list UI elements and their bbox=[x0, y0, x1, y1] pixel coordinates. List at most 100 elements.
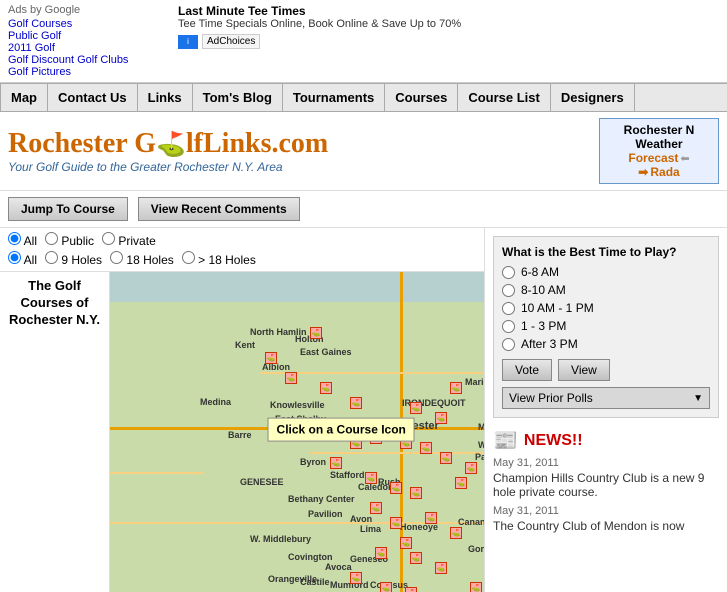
ads-left-panel: Ads by Google Golf Courses Public Golf 2… bbox=[8, 4, 168, 78]
vote-button[interactable]: Vote bbox=[502, 359, 552, 381]
radar-row: ➡ Rada bbox=[606, 165, 712, 179]
time-radio-3[interactable] bbox=[502, 320, 515, 333]
view-button[interactable]: View bbox=[558, 359, 610, 381]
golf-icon-20[interactable]: ⛳ bbox=[390, 482, 402, 494]
golf-icon-14[interactable]: ⛳ bbox=[420, 442, 432, 454]
ads-link-1[interactable]: Public Golf bbox=[8, 30, 168, 42]
filter-public-label[interactable]: Public bbox=[45, 232, 94, 248]
golf-icon-36[interactable]: ⛳ bbox=[470, 582, 482, 592]
road-31 bbox=[310, 452, 484, 454]
nav-map[interactable]: Map bbox=[0, 84, 48, 111]
title-part2: lfLinks.com bbox=[186, 128, 328, 159]
golf-icon-34[interactable]: ⛳ bbox=[380, 582, 392, 592]
nav-blog[interactable]: Tom's Blog bbox=[193, 84, 283, 111]
golf-icon-3[interactable]: ⛳ bbox=[285, 372, 297, 384]
nav-courses[interactable]: Courses bbox=[385, 84, 458, 111]
course-list-heading-text: The Golf Courses of Rochester N.Y. bbox=[9, 278, 100, 327]
filter-all-radio[interactable] bbox=[8, 232, 21, 245]
prior-polls-button[interactable]: View Prior Polls ▼ bbox=[502, 387, 710, 409]
city-medina: Medina bbox=[200, 397, 231, 407]
filter-more-label[interactable]: > 18 Holes bbox=[182, 251, 256, 267]
filter-private-label[interactable]: Private bbox=[102, 232, 156, 248]
filter-holes-all-label[interactable]: All bbox=[8, 251, 37, 267]
golf-icon-31[interactable]: ⛳ bbox=[435, 562, 447, 574]
site-subtitle: Your Golf Guide to the Greater Rochester… bbox=[8, 160, 599, 174]
golf-icon-22[interactable]: ⛳ bbox=[455, 477, 467, 489]
filter-row1: All Public Private bbox=[8, 232, 476, 248]
filter-eighteen-label[interactable]: 18 Holes bbox=[110, 251, 174, 267]
filter-holes-all-radio[interactable] bbox=[8, 251, 21, 264]
time-radio-2[interactable] bbox=[502, 302, 515, 315]
ads-link-4[interactable]: Golf Pictures bbox=[8, 66, 168, 78]
city-knowlesville: Knowlesville bbox=[270, 400, 325, 410]
filter-all-label[interactable]: All bbox=[8, 232, 37, 248]
golf-icon-16[interactable]: ⛳ bbox=[465, 462, 477, 474]
course-list-sidebar: The Golf Courses of Rochester N.Y. bbox=[0, 272, 110, 592]
adchoice-button[interactable]: AdChoices bbox=[202, 34, 260, 49]
golf-icon-2[interactable]: ⛳ bbox=[265, 352, 277, 364]
golf-icon-27[interactable]: ⛳ bbox=[450, 527, 462, 539]
filter-nine-label[interactable]: 9 Holes bbox=[45, 251, 102, 267]
filter-public-radio[interactable] bbox=[45, 232, 58, 245]
filter-nine-radio[interactable] bbox=[45, 251, 58, 264]
golf-icon-4[interactable]: ⛳ bbox=[320, 382, 332, 394]
time-radio-1[interactable] bbox=[502, 284, 515, 297]
nav-course-list[interactable]: Course List bbox=[458, 84, 551, 111]
ads-link-0[interactable]: Golf Courses bbox=[8, 18, 168, 30]
golf-icon-5[interactable]: ⛳ bbox=[350, 397, 362, 409]
filter-holes-all-text: All bbox=[24, 253, 37, 267]
filter-eighteen-radio[interactable] bbox=[110, 251, 123, 264]
ads-link-3[interactable]: Golf Discount Golf Clubs bbox=[8, 54, 168, 66]
news-text-0: Champion Hills Country Club is a new 9 h… bbox=[493, 471, 719, 499]
radar-link[interactable]: Rada bbox=[650, 165, 679, 179]
jump-to-course-button[interactable]: Jump To Course bbox=[8, 197, 128, 221]
filter-more-radio[interactable] bbox=[182, 251, 195, 264]
filter-eighteen-text: 18 Holes bbox=[126, 253, 173, 267]
ads-link-2[interactable]: 2011 Golf bbox=[8, 42, 168, 54]
golf-icon-8[interactable]: ⛳ bbox=[450, 382, 462, 394]
city-covington: Covington bbox=[288, 552, 333, 562]
golf-icon-30[interactable]: ⛳ bbox=[410, 552, 422, 564]
time-radio-0[interactable] bbox=[502, 266, 515, 279]
city-palmyra: Palmyra bbox=[475, 452, 484, 462]
golf-icon-15[interactable]: ⛳ bbox=[440, 452, 452, 464]
golf-icon-24[interactable]: ⛳ bbox=[370, 502, 382, 514]
forecast-link[interactable]: Forecast bbox=[628, 151, 678, 165]
forecast-arrow: ⬅ bbox=[680, 152, 689, 165]
news-text-1: The Country Club of Mendon is now bbox=[493, 519, 719, 533]
city-wayne: WAYNE bbox=[478, 440, 484, 450]
news-date-0: May 31, 2011 bbox=[493, 457, 719, 469]
golf-icon-7[interactable]: ⛳ bbox=[435, 412, 447, 424]
golf-icon-21[interactable]: ⛳ bbox=[410, 487, 422, 499]
time-option-1: 8-10 AM bbox=[502, 283, 710, 297]
golf-icon-26[interactable]: ⛳ bbox=[425, 512, 437, 524]
right-panel: What is the Best Time to Play? 6-8 AM 8-… bbox=[485, 228, 727, 592]
ads-by-google-label: Ads by Google bbox=[8, 4, 168, 16]
nav-contact[interactable]: Contact Us bbox=[48, 84, 138, 111]
time-option-4: After 3 PM bbox=[502, 337, 710, 351]
golf-icon-33[interactable]: ⛳ bbox=[350, 572, 362, 584]
golf-icon-29[interactable]: ⛳ bbox=[375, 547, 387, 559]
time-label-2: 10 AM - 1 PM bbox=[521, 301, 594, 315]
nav-links[interactable]: Links bbox=[138, 84, 193, 111]
nav-tournaments[interactable]: Tournaments bbox=[283, 84, 385, 111]
filter-private-radio[interactable] bbox=[102, 232, 115, 245]
right-scroll-area: What is the Best Time to Play? 6-8 AM 8-… bbox=[493, 236, 719, 539]
city-bethanycenter: Bethany Center bbox=[288, 494, 355, 504]
golf-icon-35[interactable]: ⛳ bbox=[405, 587, 417, 592]
time-radio-4[interactable] bbox=[502, 338, 515, 351]
weather-box: Rochester N Weather Forecast ⬅ ➡ Rada bbox=[599, 118, 719, 184]
weather-title: Rochester N bbox=[606, 123, 712, 137]
nav-designers[interactable]: Designers bbox=[551, 84, 635, 111]
golf-icon-19[interactable]: ⛳ bbox=[365, 472, 377, 484]
golf-icon-6[interactable]: ⛳ bbox=[410, 402, 422, 414]
golf-icon-28[interactable]: ⛳ bbox=[400, 537, 412, 549]
map-area[interactable]: North Hamlin Kent East Gaines Holton Alb… bbox=[110, 272, 484, 592]
map-background: North Hamlin Kent East Gaines Holton Alb… bbox=[110, 272, 484, 592]
golf-icon-25[interactable]: ⛳ bbox=[390, 517, 402, 529]
golf-icon-18[interactable]: ⛳ bbox=[330, 457, 342, 469]
news-date-1: May 31, 2011 bbox=[493, 505, 719, 517]
golf-icon-1[interactable]: ⛳ bbox=[310, 327, 322, 339]
filter-row2: All 9 Holes 18 Holes > 18 Holes bbox=[8, 251, 476, 267]
view-recent-comments-button[interactable]: View Recent Comments bbox=[138, 197, 300, 221]
